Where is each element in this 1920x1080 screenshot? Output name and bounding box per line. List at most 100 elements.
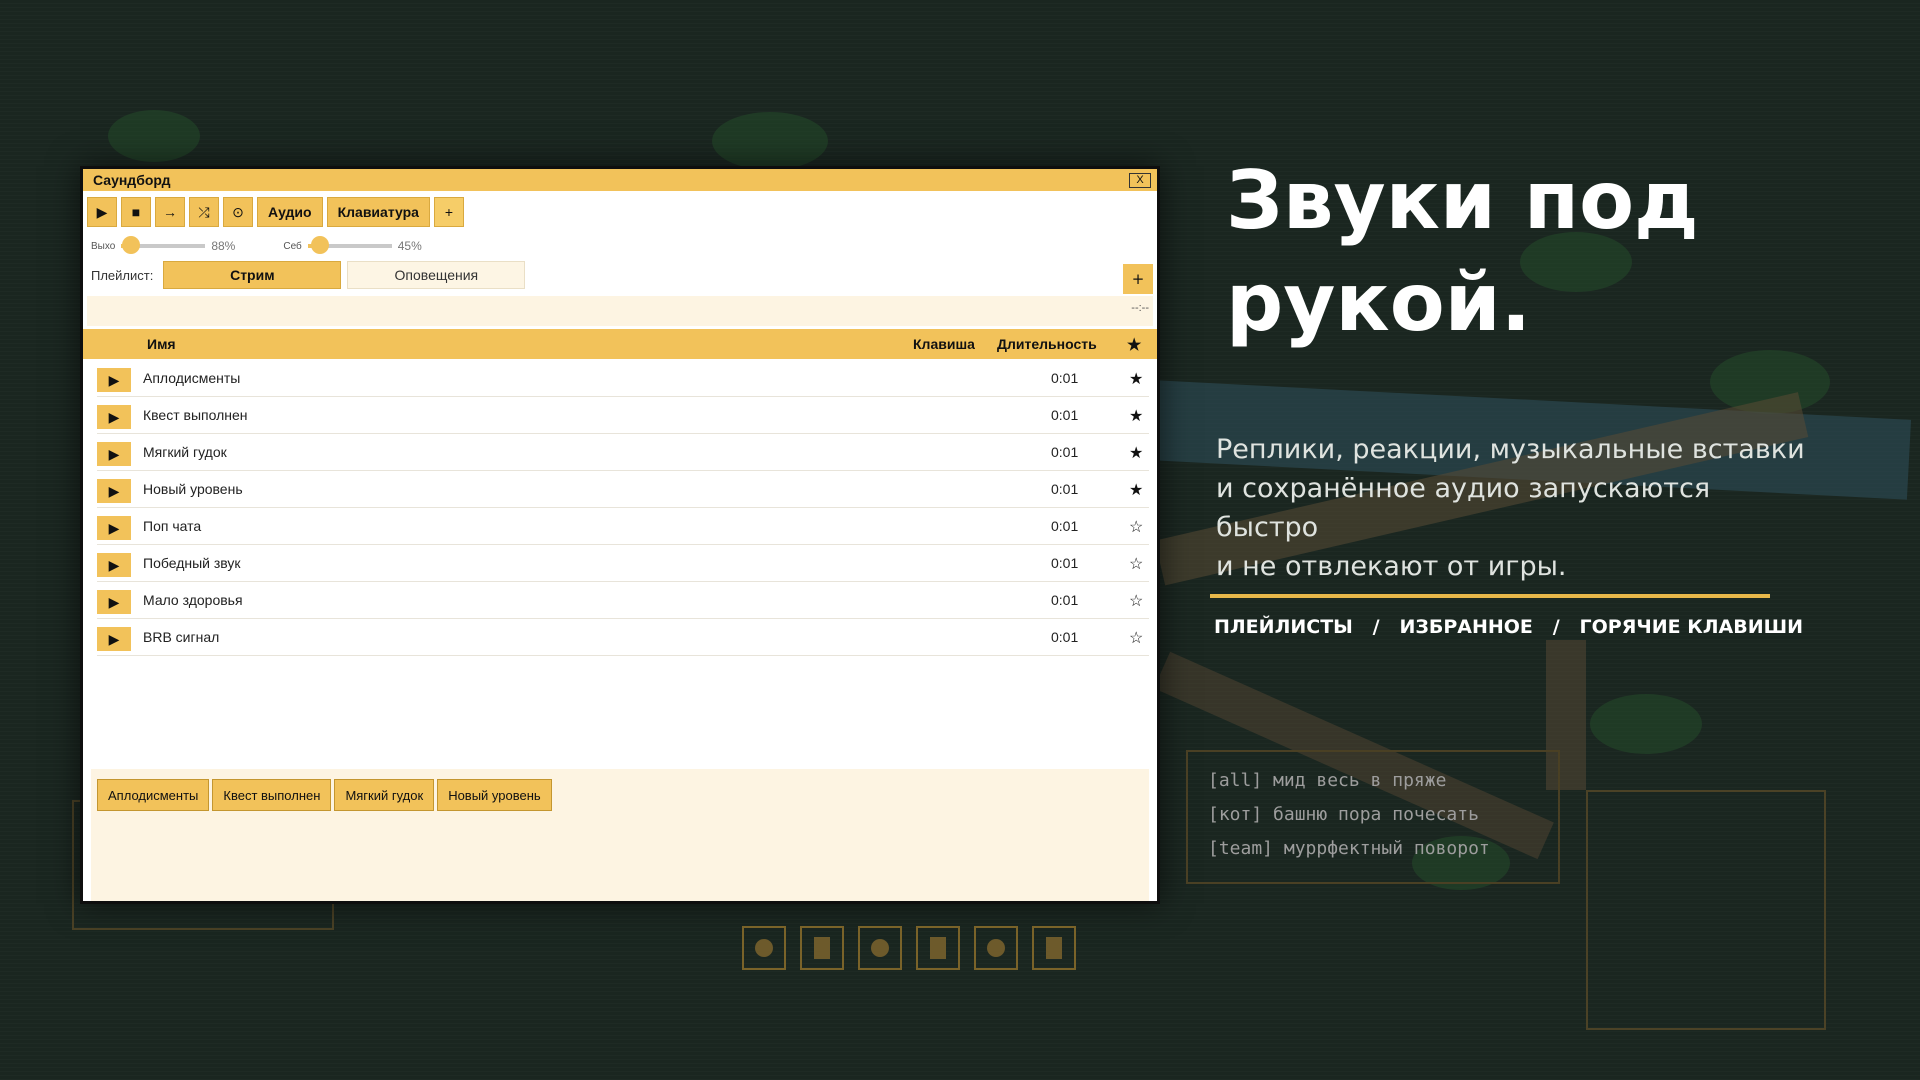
toolbar: ▶ ■ → ⤮ ⊙ Аудио Клавиатура + [87, 197, 464, 227]
arrow-right-icon: → [163, 204, 177, 220]
sound-duration: 0:01 [1051, 592, 1079, 608]
row-play-button[interactable]: ▶ [97, 368, 131, 392]
sound-list: ▶ Аплодисменты 0:01 ★ ▶ Квест выполнен 0:01 ★ ▶ М… [97, 361, 1149, 657]
keyboard-button[interactable]: Клавиатура [326, 197, 430, 227]
background-blob [712, 112, 828, 170]
favorite-star-icon[interactable]: ★ [1129, 480, 1143, 500]
column-name[interactable]: Имя [147, 336, 176, 352]
soundboard-window: Саундборд X ▶ ■ → ⤮ ⊙ Аудио Клавиатура +… [80, 166, 1160, 904]
play-icon: ▶ [108, 519, 120, 536]
slider-handle[interactable] [311, 236, 330, 254]
playlist-label: Плейлист: [91, 267, 154, 283]
audio-button[interactable]: Аудио [257, 197, 323, 227]
favorite-star-icon[interactable]: ☆ [1129, 554, 1143, 574]
sound-name: Квест выполнен [143, 407, 248, 423]
playlist-tab-stream[interactable]: Стрим [163, 261, 342, 289]
output-volume-label: Выхо [91, 240, 116, 252]
table-row[interactable]: ▶ Мягкий гудок 0:01 ★ [97, 435, 1149, 471]
table-row[interactable]: ▶ Аплодисменты 0:01 ★ [97, 361, 1149, 397]
game-chat: [all] мид весь в пряже [кот] башню пора … [1186, 750, 1560, 884]
circle-icon [871, 939, 889, 957]
ability-slot [1032, 926, 1076, 970]
shuffle-button[interactable]: ⤮ [189, 197, 219, 227]
hero-description-line: и не отвлекают от игры. [1216, 551, 1567, 582]
sound-duration: 0:01 [1051, 481, 1079, 497]
hero-description: Реплики, реакции, музыкальные вставки и … [1216, 430, 1806, 586]
quick-sound-button[interactable]: Квест выполнен [212, 779, 332, 811]
play-icon: ▶ [108, 408, 120, 425]
add-button[interactable]: + [433, 197, 464, 227]
sound-name: Новый уровень [143, 481, 243, 497]
column-favorite[interactable]: ★ [1127, 335, 1141, 355]
favorite-star-icon[interactable]: ☆ [1129, 517, 1143, 537]
sound-name: Мягкий гудок [143, 444, 227, 460]
row-play-button[interactable]: ▶ [97, 405, 131, 429]
circle-icon [755, 939, 773, 957]
column-duration[interactable]: Длительность [997, 336, 1097, 352]
ability-slot [742, 926, 786, 970]
self-volume-value: 45% [397, 239, 422, 253]
table-row[interactable]: ▶ Победный звук 0:01 ☆ [97, 546, 1149, 582]
favorite-star-icon[interactable]: ☆ [1129, 628, 1143, 648]
playlist-tab-alerts[interactable]: Оповещения [347, 261, 526, 289]
play-icon: ▶ [108, 593, 120, 610]
output-volume-value: 88% [211, 239, 236, 253]
quick-sound-button[interactable]: Аплодисменты [97, 779, 210, 811]
hero-title-line: рукой. [1226, 256, 1532, 349]
favorite-star-icon[interactable]: ★ [1129, 443, 1143, 463]
row-play-button[interactable]: ▶ [97, 627, 131, 651]
chat-message: [all] мид весь в пряже [1208, 770, 1447, 791]
favorite-star-icon[interactable]: ★ [1129, 369, 1143, 389]
playlist-selector: Плейлист: Стрим Оповещения [91, 261, 526, 289]
play-button[interactable]: ▶ [87, 197, 117, 227]
sound-duration: 0:01 [1051, 444, 1079, 460]
sound-duration: 0:01 [1051, 407, 1079, 423]
sound-duration: 0:01 [1051, 555, 1079, 571]
table-row[interactable]: ▶ Мало здоровья 0:01 ☆ [97, 583, 1149, 619]
quick-buttons: Аплодисменты Квест выполнен Мягкий гудок Но… [97, 779, 552, 811]
add-playlist-button[interactable]: + [1123, 264, 1153, 294]
ability-slot [800, 926, 844, 970]
row-play-button[interactable]: ▶ [97, 590, 131, 614]
play-icon: ▶ [108, 371, 120, 388]
quick-sound-button[interactable]: Новый уровень [437, 779, 552, 811]
chat-message: [кот] башню пора почесать [1208, 804, 1479, 825]
stop-button[interactable]: ■ [121, 197, 151, 227]
table-row[interactable]: ▶ Поп чата 0:01 ☆ [97, 509, 1149, 545]
ability-slot [858, 926, 902, 970]
sound-name: Аплодисменты [143, 370, 241, 386]
play-icon: ▶ [96, 203, 108, 220]
hero-description-line: Реплики, реакции, музыкальные вставки [1216, 434, 1805, 465]
column-key[interactable]: Клавиша [913, 336, 975, 352]
next-button[interactable]: → [155, 197, 185, 227]
table-header: Имя Клавиша Длительность ★ [83, 329, 1157, 359]
sound-name: Победный звук [143, 555, 241, 571]
hero-title: Звуки под рукой. [1226, 150, 1846, 354]
sound-duration: 0:01 [1051, 518, 1079, 534]
output-volume-slider[interactable] [121, 236, 206, 254]
background-blob [108, 110, 200, 162]
square-icon [930, 937, 946, 959]
square-icon [1046, 937, 1062, 959]
self-volume-slider[interactable] [307, 236, 392, 254]
play-icon: ▶ [108, 482, 120, 499]
favorite-star-icon[interactable]: ★ [1129, 406, 1143, 426]
table-row[interactable]: ▶ BRB сигнал 0:01 ☆ [97, 620, 1149, 656]
favorite-star-icon[interactable]: ☆ [1129, 591, 1143, 611]
ability-slot [974, 926, 1018, 970]
shuffle-icon: ⤮ [198, 203, 210, 220]
close-button[interactable]: X [1129, 173, 1151, 188]
circle-icon [987, 939, 1005, 957]
row-play-button[interactable]: ▶ [97, 516, 131, 540]
slider-handle[interactable] [122, 236, 141, 254]
table-row[interactable]: ▶ Квест выполнен 0:01 ★ [97, 398, 1149, 434]
chat-message: [team] муррфектный поворот [1208, 838, 1490, 859]
row-play-button[interactable]: ▶ [97, 442, 131, 466]
record-button[interactable]: ⊙ [223, 197, 253, 227]
quick-sound-button[interactable]: Мягкий гудок [334, 779, 435, 811]
quick-access-bar: Аплодисменты Квест выполнен Мягкий гудок Но… [91, 769, 1149, 901]
table-row[interactable]: ▶ Новый уровень 0:01 ★ [97, 472, 1149, 508]
row-play-button[interactable]: ▶ [97, 479, 131, 503]
hero-description-line: и сохранённое аудио запускаются быстро [1216, 473, 1711, 543]
row-play-button[interactable]: ▶ [97, 553, 131, 577]
